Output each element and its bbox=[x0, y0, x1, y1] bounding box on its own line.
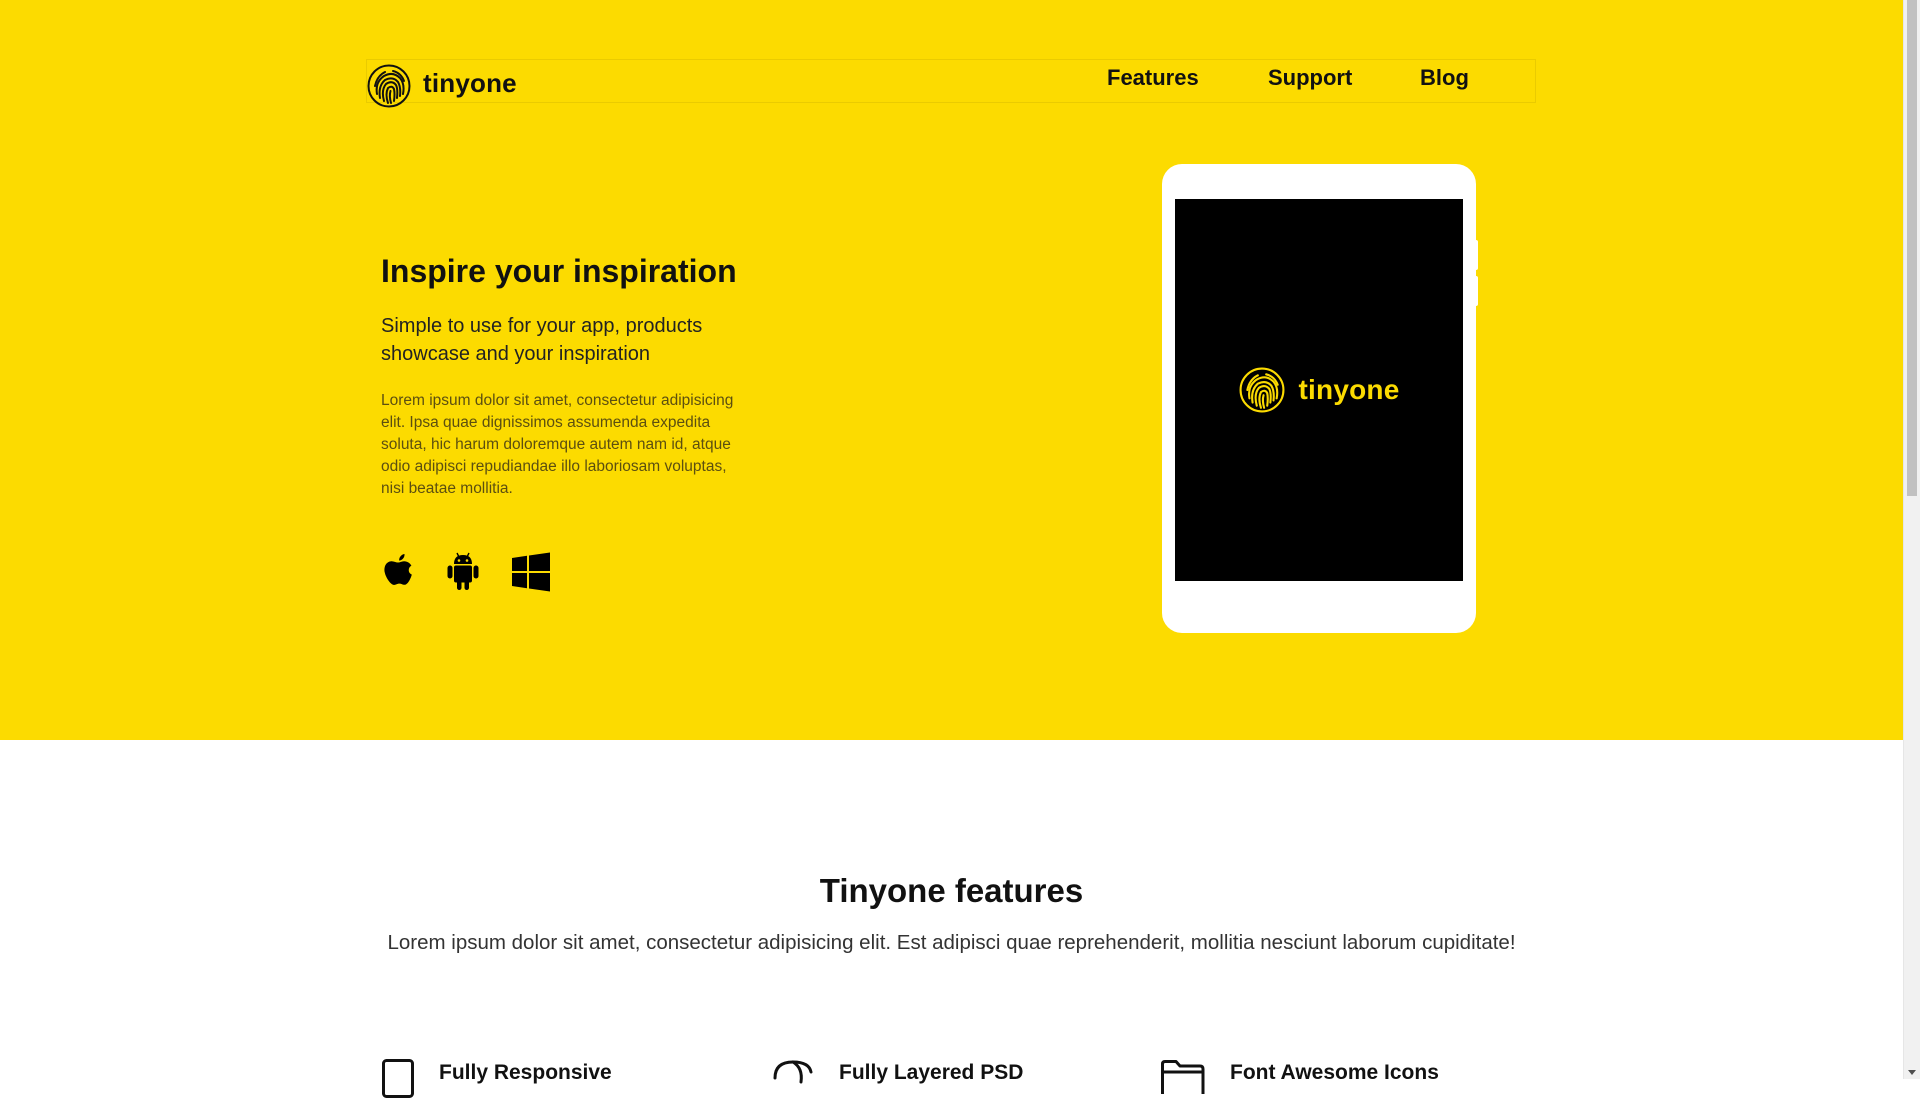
navbar: tinyone Features Support Blog bbox=[366, 59, 1537, 108]
nav-links: Features Support Blog bbox=[367, 60, 1537, 104]
scrollbar-thumb[interactable] bbox=[1907, 0, 1917, 496]
feature-item: Fully Layered PSD bbox=[771, 1058, 1023, 1098]
hero-text: Inspire your inspiration Simple to use f… bbox=[381, 252, 761, 500]
hero-title: Inspire your inspiration bbox=[381, 253, 737, 289]
screen-brand-name: tinyone bbox=[1298, 374, 1400, 405]
scroll-down-arrow-icon[interactable] bbox=[1908, 1070, 1916, 1075]
apple-icon[interactable] bbox=[381, 552, 415, 592]
tablet-icon bbox=[382, 1059, 414, 1098]
nav-item-blog[interactable]: Blog bbox=[1420, 65, 1469, 91]
feature-item: Fully Responsive bbox=[381, 1058, 612, 1098]
features-title: Tinyone features bbox=[819, 872, 1084, 909]
platform-icons bbox=[381, 551, 551, 593]
hero-section: tinyone Features Support Blog Inspire yo… bbox=[0, 0, 1903, 740]
hero-paragraph: Lorem ipsum dolor sit amet, consectetur … bbox=[381, 392, 734, 498]
nav-item-features[interactable]: Features bbox=[1107, 65, 1199, 91]
feature-title: Fully Layered PSD bbox=[839, 1061, 1024, 1084]
feature-title: Fully Responsive bbox=[439, 1061, 612, 1084]
hero-subtitle: Simple to use for your app, products sho… bbox=[381, 315, 703, 366]
folder-icon bbox=[1161, 1060, 1205, 1094]
tablet-screen: tinyone bbox=[1175, 199, 1463, 581]
nav-item-support[interactable]: Support bbox=[1268, 65, 1352, 91]
android-icon[interactable] bbox=[445, 551, 481, 593]
windows-icon[interactable] bbox=[511, 552, 551, 592]
feature-title: Font Awesome Icons bbox=[1230, 1061, 1439, 1084]
layers-icon bbox=[773, 1060, 813, 1084]
feature-item: Font Awesome Icons bbox=[1160, 1058, 1439, 1098]
tablet-mockup: tinyone bbox=[1162, 164, 1476, 633]
vertical-scrollbar[interactable] bbox=[1903, 0, 1920, 1079]
fingerprint-icon bbox=[1239, 367, 1284, 413]
features-subtitle: Lorem ipsum dolor sit amet, consectetur … bbox=[387, 931, 1516, 954]
